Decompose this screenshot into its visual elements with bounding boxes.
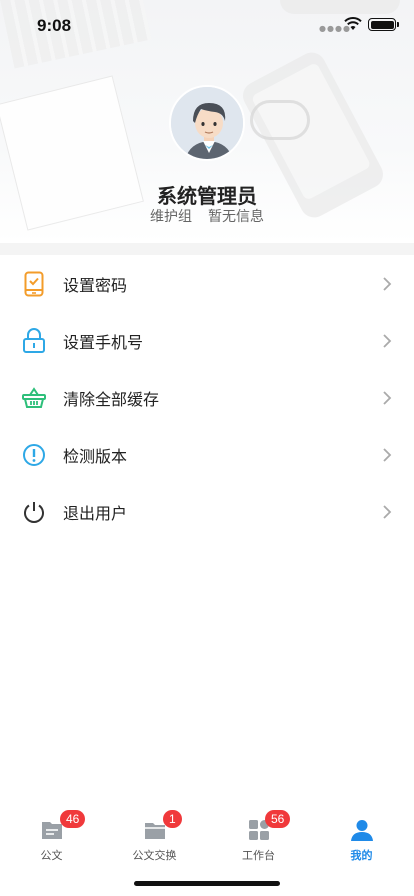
battery-icon (368, 18, 399, 31)
menu-item-label: 设置手机号 (63, 332, 144, 352)
user-icon (350, 820, 373, 841)
glasses-decoration (250, 100, 310, 140)
menu-item-label: 清除全部缓存 (63, 389, 160, 409)
chevron-right-icon (383, 504, 392, 519)
tab-badge: 1 (163, 810, 182, 828)
home-indicator[interactable] (134, 881, 280, 886)
tab-label: 公文交换 (132, 849, 177, 862)
chevron-right-icon (383, 390, 392, 405)
status-bar: 9:08 ●●●● (0, 0, 414, 50)
power-icon (22, 500, 46, 524)
tab-document-exchange[interactable]: 1 公文交换 (103, 806, 206, 866)
chevron-right-icon (383, 333, 392, 348)
menu-item-logout[interactable]: 退出用户 (0, 483, 414, 540)
tab-documents[interactable]: 46 公文 (0, 806, 103, 866)
tab-workbench[interactable]: 56 工作台 (207, 806, 310, 866)
tab-badge: 46 (60, 810, 86, 828)
avatar[interactable] (169, 85, 245, 161)
menu-item-check-version[interactable]: 检测版本 (0, 426, 414, 483)
tab-label: 公文 (40, 849, 63, 862)
tab-label: 工作台 (242, 849, 275, 862)
menu-item-label: 检测版本 (63, 446, 128, 466)
chevron-right-icon (383, 447, 392, 462)
section-divider (0, 243, 414, 255)
tab-mine[interactable]: 我的 (310, 806, 413, 866)
wifi-icon (344, 17, 362, 30)
user-info: 暂无信息 (208, 209, 264, 225)
tab-label: 我的 (350, 849, 373, 862)
status-time: 9:08 (37, 16, 72, 35)
menu-item-set-phone[interactable]: 设置手机号 (0, 312, 414, 369)
user-name: 系统管理员 (157, 184, 257, 208)
menu-item-clear-cache[interactable]: 清除全部缓存 (0, 369, 414, 426)
tab-badge: 56 (265, 810, 291, 828)
chevron-right-icon (383, 276, 392, 291)
phone-check-icon (22, 271, 46, 296)
settings-menu: 设置密码 设置手机号 清除全部缓存 检测版本 退出用户 (0, 255, 414, 540)
menu-item-set-password[interactable]: 设置密码 (0, 255, 414, 312)
basket-icon (22, 386, 46, 410)
alert-circle-icon (22, 443, 46, 467)
menu-item-label: 设置密码 (63, 275, 128, 295)
user-group: 维护组 (150, 209, 192, 225)
lock-icon (22, 327, 46, 353)
user-subinfo: 维护组 暂无信息 (0, 206, 414, 226)
menu-item-label: 退出用户 (63, 503, 128, 523)
